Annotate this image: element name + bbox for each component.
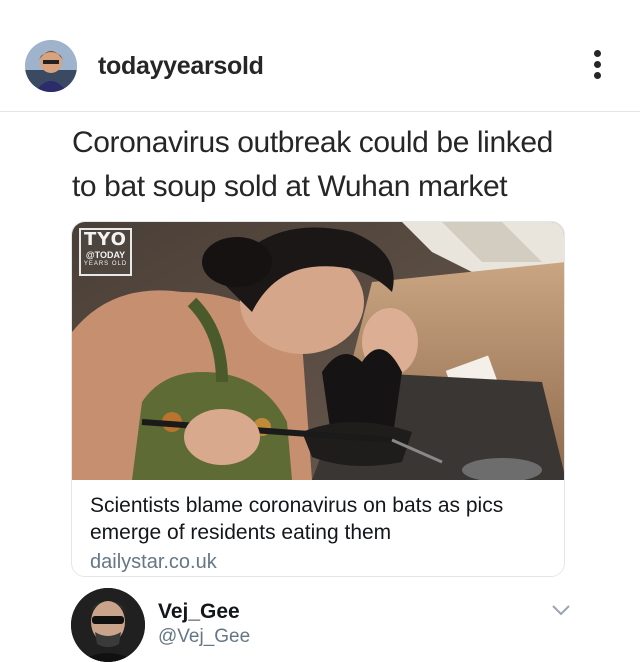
- tweet-headline: Coronavirus outbreak could be linked to …: [72, 121, 612, 209]
- username[interactable]: todayyearsold: [98, 52, 264, 81]
- reply-display-name[interactable]: Vej_Gee: [158, 600, 240, 624]
- article-title[interactable]: Scientists blame coronavirus on bats as …: [90, 492, 550, 546]
- chevron-down-icon[interactable]: [551, 603, 571, 617]
- tyo-logo: TYO @TODAY YEARS OLD: [79, 228, 132, 276]
- reply-avatar-image: [71, 588, 145, 662]
- article-domain[interactable]: dailystar.co.uk: [90, 548, 550, 576]
- logo-sub-text: @TODAY: [85, 250, 126, 260]
- post-header: todayyearsold: [0, 0, 640, 112]
- user-avatar[interactable]: [25, 40, 77, 92]
- more-options-icon[interactable]: [590, 50, 604, 84]
- logo-main-text: TYO: [84, 229, 127, 250]
- logo-sub2-text: YEARS OLD: [83, 261, 128, 267]
- card-text: Scientists blame coronavirus on bats as …: [90, 492, 550, 576]
- headline-line-2: to bat soup sold at Wuhan market: [72, 170, 508, 203]
- avatar-image: [25, 40, 77, 92]
- reply-avatar[interactable]: [71, 588, 145, 662]
- article-photo: [72, 222, 564, 480]
- reply-handle[interactable]: @Vej_Gee: [158, 626, 250, 648]
- link-preview-card[interactable]: TYO @TODAY YEARS OLD Scientists blame co…: [71, 221, 565, 577]
- headline-line-1: Coronavirus outbreak could be linked: [72, 126, 553, 159]
